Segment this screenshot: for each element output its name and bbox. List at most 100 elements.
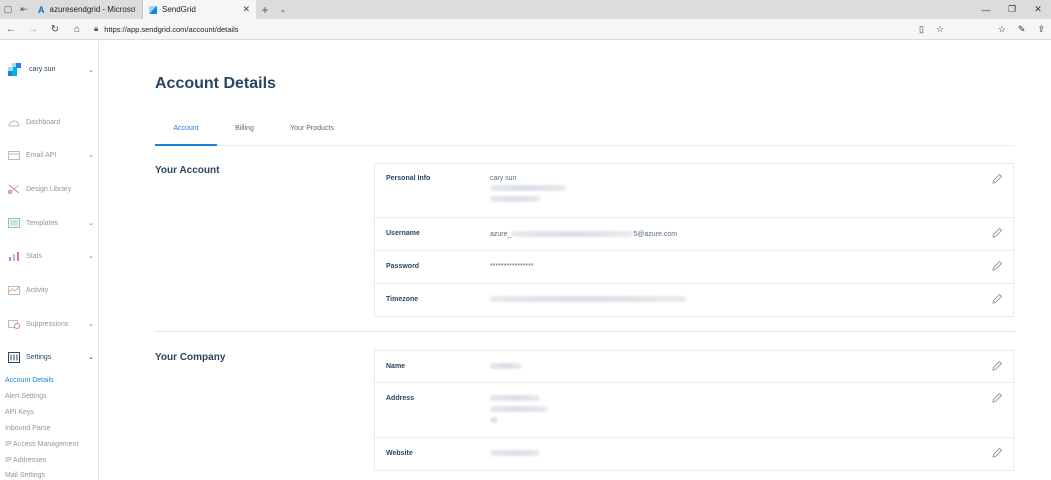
forward-icon[interactable]: → bbox=[22, 24, 44, 35]
company-address-row: Address bbox=[375, 383, 1013, 438]
back-icon[interactable]: ← bbox=[0, 24, 22, 35]
timezone-row: Timezone bbox=[375, 284, 1013, 316]
window-close-icon[interactable]: ✕ bbox=[1025, 0, 1051, 19]
tab-title: SendGrid bbox=[162, 5, 196, 14]
chevron-down-icon: ⌄ bbox=[88, 321, 94, 328]
redacted-timezone bbox=[490, 296, 686, 302]
home-icon[interactable]: ⌂ bbox=[66, 24, 88, 35]
redacted-address-line-2 bbox=[490, 406, 548, 412]
url-input[interactable]: 🔒︎ https://app.sendgrid.com/account/deta… bbox=[94, 22, 954, 37]
lock-icon: 🔒︎ bbox=[94, 24, 99, 33]
reading-view-icon[interactable]: ▯ bbox=[919, 24, 924, 35]
edit-pencil-icon[interactable] bbox=[991, 447, 1003, 459]
tab-label: Your Products bbox=[290, 125, 334, 132]
tab-actions-icon[interactable]: ▢ bbox=[0, 0, 16, 19]
edit-pencil-icon[interactable] bbox=[991, 260, 1003, 272]
minimize-icon[interactable]: — bbox=[973, 0, 999, 19]
tab-aside-icon[interactable]: ⇤ bbox=[16, 0, 32, 19]
new-tab-icon[interactable]: + bbox=[256, 0, 274, 19]
settings-icon bbox=[8, 351, 20, 363]
personal-info-row: Personal Info cary sun bbox=[375, 164, 1013, 218]
refresh-icon[interactable]: ↻ bbox=[44, 24, 66, 35]
edit-pencil-icon[interactable] bbox=[991, 173, 1003, 185]
sidebar-subitem-alert-settings[interactable]: Alert Settings bbox=[5, 393, 47, 400]
company-website-label: Website bbox=[386, 450, 413, 457]
edit-pencil-icon[interactable] bbox=[991, 392, 1003, 404]
pen-icon[interactable]: ✎ bbox=[1018, 24, 1026, 35]
user-name: cary sun bbox=[29, 66, 56, 73]
username-row: Username azure_ 5@azure.com bbox=[375, 218, 1013, 251]
sidebar-subitem-account-details[interactable]: Account Details bbox=[5, 377, 54, 384]
sidebar-item-activity[interactable]: Activity bbox=[8, 283, 94, 297]
sidebar-subitem-ip-addresses[interactable]: IP Addresses bbox=[5, 457, 46, 464]
suppressions-icon bbox=[8, 319, 20, 329]
tab-your-products[interactable]: Your Products bbox=[283, 125, 341, 146]
edit-pencil-icon[interactable] bbox=[991, 293, 1003, 305]
url-text: https://app.sendgrid.com/account/details bbox=[104, 24, 239, 34]
sendgrid-logo-icon bbox=[8, 63, 21, 76]
section-title-your-company: Your Company bbox=[155, 352, 226, 363]
personal-info-value: cary sun bbox=[490, 173, 566, 206]
tab-label: Account bbox=[173, 125, 199, 132]
company-name-label: Name bbox=[386, 363, 406, 370]
company-name-row: Name bbox=[375, 351, 1013, 383]
edit-pencil-icon[interactable] bbox=[991, 360, 1003, 372]
tab-title: azuresendgrid - Microsoft A bbox=[49, 5, 137, 14]
restore-icon[interactable]: ❐ bbox=[999, 0, 1025, 19]
edit-pencil-icon[interactable] bbox=[991, 227, 1003, 239]
sidebar-subitem-api-keys[interactable]: API Keys bbox=[5, 409, 34, 416]
sidebar-item-dashboard[interactable]: Dashboard bbox=[8, 115, 94, 129]
redacted-email bbox=[490, 185, 566, 191]
username-prefix: azure_ bbox=[490, 231, 512, 238]
page-title: Account Details bbox=[155, 75, 276, 92]
chevron-down-icon: ⌄ bbox=[88, 253, 94, 260]
tab-billing[interactable]: Billing bbox=[227, 125, 262, 146]
browser-tab-azure[interactable]: A azuresendgrid - Microsoft A bbox=[32, 0, 143, 19]
user-menu[interactable]: cary sun ⌄ bbox=[8, 63, 94, 76]
sidebar-item-suppressions[interactable]: Suppressions ⌄ bbox=[8, 317, 94, 331]
section-divider bbox=[155, 331, 1015, 332]
tab-close-icon[interactable]: ✕ bbox=[242, 4, 250, 15]
account-tabs: Account Billing Your Products bbox=[155, 119, 1015, 146]
company-address-label: Address bbox=[386, 395, 415, 402]
redacted-address-line-1 bbox=[490, 395, 540, 401]
sidebar-subitem-mail-settings[interactable]: Mail Settings bbox=[5, 472, 45, 479]
favorite-star-icon[interactable]: ☆ bbox=[936, 24, 944, 35]
chevron-down-icon: ⌄ bbox=[88, 220, 94, 227]
tab-list-chevron-icon[interactable]: ⌄ bbox=[274, 0, 292, 19]
sidebar-item-stats[interactable]: Stats ⌄ bbox=[8, 249, 94, 263]
chevron-down-icon: ⌄ bbox=[88, 354, 94, 361]
sidebar-item-label: Settings bbox=[26, 353, 52, 361]
password-value: **************** bbox=[490, 263, 534, 270]
company-website-value bbox=[490, 449, 540, 460]
section-title-your-account: Your Account bbox=[155, 165, 220, 176]
chevron-down-icon: ⌄ bbox=[88, 152, 94, 159]
chevron-down-icon: ⌄ bbox=[88, 66, 94, 74]
your-company-card: Name Address Website bbox=[374, 350, 1014, 471]
browser-tab-bar: ▢ ⇤ A azuresendgrid - Microsoft A SendGr… bbox=[0, 0, 1051, 19]
username-value: azure_ 5@azure.com bbox=[490, 229, 677, 240]
tab-label: Billing bbox=[235, 125, 254, 132]
sidebar-item-design-library[interactable]: Design Library bbox=[8, 182, 94, 196]
sidebar-item-email-api[interactable]: Email API ⌄ bbox=[8, 148, 94, 162]
browser-tab-sendgrid[interactable]: SendGrid ✕ bbox=[143, 0, 256, 19]
company-name-value bbox=[490, 362, 522, 373]
redacted-company-name bbox=[490, 363, 522, 369]
sidebar-item-label: Dashboard bbox=[26, 118, 61, 126]
sidebar-item-templates[interactable]: Templates ⌄ bbox=[8, 216, 94, 230]
sidebar-subitem-inbound-parse[interactable]: Inbound Parse bbox=[5, 425, 51, 432]
favorites-icon[interactable]: ☆ bbox=[998, 24, 1006, 35]
your-account-card: Personal Info cary sun Username azure_ 5@… bbox=[374, 163, 1014, 317]
sidebar-item-settings[interactable]: Settings ⌄ bbox=[8, 350, 94, 364]
sidebar: cary sun ⌄ Dashboard Email API ⌄ Design … bbox=[0, 41, 99, 480]
personal-info-name: cary sun bbox=[490, 175, 517, 182]
dashboard-icon bbox=[8, 117, 20, 127]
design-library-icon bbox=[8, 184, 20, 194]
tab-account[interactable]: Account bbox=[155, 125, 217, 146]
sidebar-subitem-ip-access-management[interactable]: IP Access Management bbox=[5, 441, 78, 448]
personal-info-label: Personal Info bbox=[386, 175, 431, 182]
share-icon[interactable]: ⇪ bbox=[1037, 24, 1045, 35]
sidebar-item-label: Activity bbox=[26, 286, 49, 294]
redacted-phone bbox=[490, 196, 540, 202]
username-label: Username bbox=[386, 230, 420, 237]
